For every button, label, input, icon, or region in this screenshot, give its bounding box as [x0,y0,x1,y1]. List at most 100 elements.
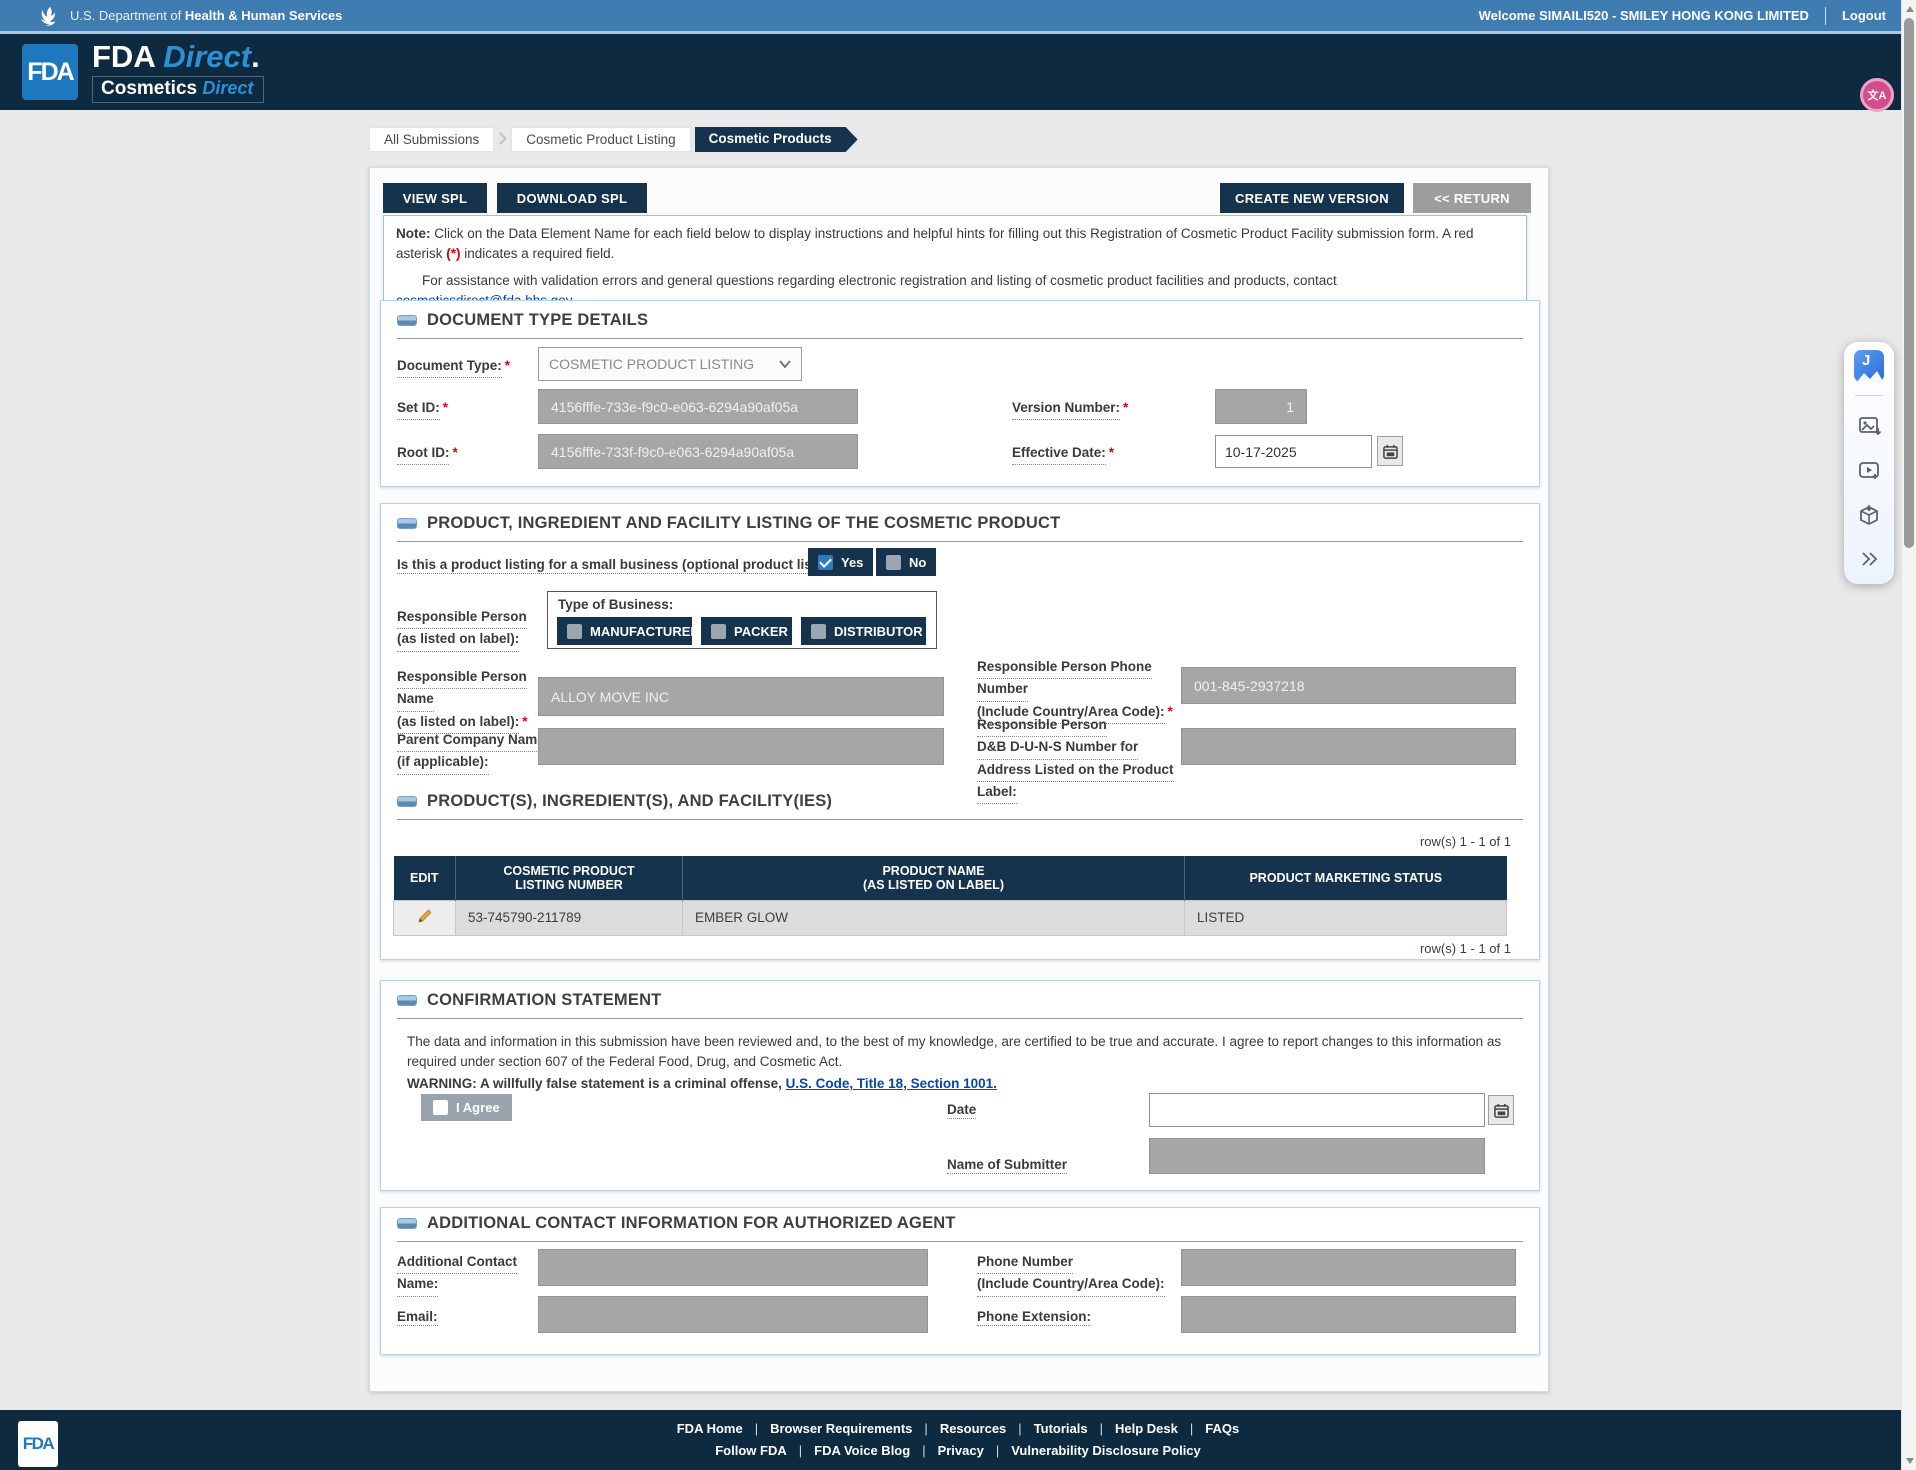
effective-date-calendar-button[interactable] [1377,436,1403,466]
package-icon [1857,503,1881,527]
email-label[interactable]: Email: [397,1307,438,1327]
extension-app-button[interactable]: J [1854,351,1884,381]
calendar-icon [1383,444,1398,459]
welcome-text: Welcome SIMAILI520 - SMILEY HONG KONG LI… [1479,8,1809,23]
packer-checkbox-button[interactable]: PACKER [701,617,792,645]
submitter-label[interactable]: Name of Submitter [947,1155,1067,1175]
date-input[interactable] [1149,1093,1485,1127]
no-checkbox-button[interactable]: No [876,548,936,576]
email-field [538,1296,928,1333]
column-header-edit: EDIT [394,856,456,900]
view-spl-button[interactable]: VIEW SPL [383,183,487,213]
agency-text: U.S. Department of Health & Human Servic… [70,8,342,23]
return-button[interactable]: << RETURN [1413,183,1531,213]
warning-text: WARNING: A willfully false statement is … [407,1076,997,1091]
parent-company-label[interactable]: Parent Company Name (if applicable): [397,730,545,775]
section-icon [397,796,417,807]
section-icon [397,995,417,1006]
create-new-version-button[interactable]: CREATE NEW VERSION [1220,183,1404,213]
video-add-button[interactable] [1854,455,1884,485]
translate-button[interactable]: 文A [1860,78,1894,112]
checkbox-checked-icon [818,555,833,570]
package-download-button[interactable] [1854,500,1884,530]
rp-name-field: ALLOY MOVE INC [538,677,944,716]
root-id-label[interactable]: Root ID:* [397,443,458,465]
breadcrumb-item-all-submissions[interactable]: All Submissions [369,127,494,152]
manufacturer-checkbox-button[interactable]: MANUFACTURER [557,617,692,645]
section-title: CONFIRMATION STATEMENT [427,991,661,1010]
footer-link-vulnerability-disclosure[interactable]: Vulnerability Disclosure Policy [1011,1443,1201,1458]
document-type-select[interactable]: COSMETIC PRODUCT LISTING [538,347,802,381]
additional-contact-name-field [538,1249,928,1286]
phone-extension-label[interactable]: Phone Extension: [977,1307,1091,1327]
breadcrumb: All Submissions Cosmetic Product Listing… [369,127,858,152]
section-title: DOCUMENT TYPE DETAILS [427,311,648,330]
type-of-business-box: Type of Business: MANUFACTURER PACKER DI… [547,591,937,649]
footer-link-browser-requirements[interactable]: Browser Requirements [770,1421,912,1436]
section-icon [397,518,417,529]
root-id-field: 4156fffe-733f-f9c0-e063-6294a90af05a [538,434,858,469]
section-icon [397,315,417,326]
checkbox-icon [886,555,901,570]
image-download-button[interactable] [1854,411,1884,441]
subsection-products-header: PRODUCT(S), INGREDIENT(S), AND FACILITY(… [397,792,832,811]
checkbox-icon [567,624,582,639]
browser-extension-widget: J [1844,342,1894,584]
checkbox-icon [711,624,726,639]
footer-link-fda-home[interactable]: FDA Home [677,1421,743,1436]
video-add-icon [1857,458,1881,482]
scrollbar-thumb[interactable] [1904,18,1914,548]
effective-date-label[interactable]: Effective Date:* [1012,443,1114,465]
column-header-product-name: PRODUCT NAME(AS LISTED ON LABEL) [683,856,1185,900]
i-agree-button[interactable]: I Agree [421,1094,512,1121]
cell-product-name: EMBER GLOW [683,900,1185,935]
responsible-person-label[interactable]: Responsible Person (as listed on label): [397,607,527,652]
footer-link-fda-voice-blog[interactable]: FDA Voice Blog [814,1443,910,1458]
section-additional-contact: ADDITIONAL CONTACT INFORMATION FOR AUTHO… [380,1207,1540,1355]
fda-logo: FDA [22,44,78,100]
collapse-widget-button[interactable] [1854,544,1884,574]
extension-app-icon: J [1854,350,1884,382]
widget-divider [1855,395,1883,396]
products-table: EDIT COSMETIC PRODUCTLISTING NUMBER PROD… [393,856,1507,936]
version-number-label[interactable]: Version Number:* [1012,398,1128,420]
yes-checkbox-button[interactable]: Yes [808,548,873,576]
footer-link-tutorials[interactable]: Tutorials [1034,1421,1088,1436]
rows-count-bottom: row(s) 1 - 1 of 1 [1420,941,1511,956]
additional-contact-name-label[interactable]: Additional Contact Name: [397,1252,517,1297]
download-spl-button[interactable]: DOWNLOAD SPL [497,183,647,213]
document-type-label[interactable]: Document Type:* [397,356,510,378]
scroll-down-icon[interactable] [1906,1458,1914,1464]
effective-date-input[interactable]: 10-17-2025 [1215,435,1372,468]
chevron-down-icon [779,360,791,368]
breadcrumb-item-cosmetic-product-listing[interactable]: Cosmetic Product Listing [511,127,690,152]
us-code-link[interactable]: U.S. Code, Title 18, Section 1001. [786,1076,997,1091]
subsection-products-title: PRODUCT(S), INGREDIENT(S), AND FACILITY(… [427,792,832,811]
column-header-listing-number: COSMETIC PRODUCTLISTING NUMBER [456,856,683,900]
footer-link-privacy[interactable]: Privacy [938,1443,984,1458]
chevron-right-icon [494,132,507,145]
edit-row-button[interactable] [394,900,456,935]
duns-label[interactable]: Responsible Person D&B D-U-N-S Number fo… [977,715,1174,804]
table-row: 53-745790-211789 EMBER GLOW LISTED [394,900,1507,935]
footer-link-help-desk[interactable]: Help Desk [1115,1421,1178,1436]
footer-link-faqs[interactable]: FAQs [1205,1421,1239,1436]
logout-link[interactable]: Logout [1842,8,1886,23]
scrollbar[interactable] [1901,0,1916,1470]
rp-phone-label[interactable]: Responsible Person Phone Number (Include… [977,657,1173,724]
rp-name-label[interactable]: Responsible Person Name (as listed on la… [397,667,528,734]
date-calendar-button[interactable] [1488,1095,1514,1125]
scroll-up-icon[interactable] [1906,6,1914,12]
app-header: FDA FDA Direct. Cosmetics Direct [0,34,1916,110]
date-label[interactable]: Date [947,1100,976,1120]
set-id-label[interactable]: Set ID:* [397,398,448,420]
government-topbar: U.S. Department of Health & Human Servic… [0,0,1916,34]
footer-link-follow-fda[interactable]: Follow FDA [715,1443,787,1458]
cell-listing-number: 53-745790-211789 [456,900,683,935]
footer-link-resources[interactable]: Resources [940,1421,1006,1436]
small-business-question-label[interactable]: Is this a product listing for a small bu… [397,555,854,575]
type-of-business-label: Type of Business: [558,597,673,612]
distributor-checkbox-button[interactable]: DISTRIBUTOR [801,617,926,645]
phone-number-label[interactable]: Phone Number (Include Country/Area Code)… [977,1252,1165,1297]
breadcrumb-item-cosmetic-products: Cosmetic Products [695,127,858,152]
